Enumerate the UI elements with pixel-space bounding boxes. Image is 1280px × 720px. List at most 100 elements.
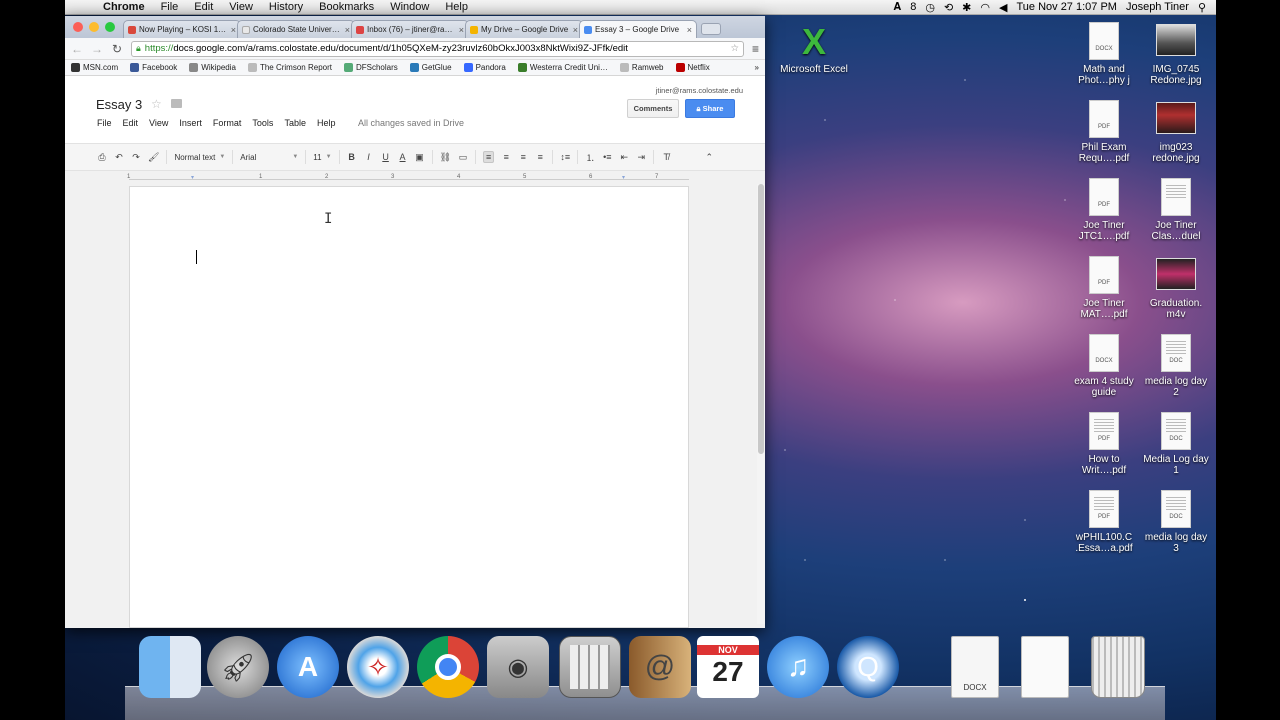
adobe-icon[interactable]: 𝐀 [894,1,902,14]
blank-document-icon[interactable] [1021,636,1069,698]
launchpad-icon[interactable]: 🚀︎ [207,636,269,698]
desktop-icon-file[interactable]: Joe Tiner Clas…duel [1141,178,1211,242]
tab-kosi[interactable]: Now Playing – KOSI 10… × [123,20,241,38]
tab-essay-3[interactable]: Essay 3 – Google Drive × [579,20,697,38]
close-tab-icon[interactable]: × [459,25,464,35]
reload-icon[interactable]: ↻ [111,42,123,56]
menu-file[interactable]: File [153,1,187,13]
desktop-icon-file[interactable]: PDF Joe Tiner JTC1….pdf [1069,178,1139,242]
menu-edit[interactable]: Edit [186,1,221,13]
app-store-icon[interactable]: A [277,636,339,698]
bookmark-facebook[interactable]: Facebook [130,63,177,72]
finder-icon[interactable] [139,636,201,698]
user-name[interactable]: Joseph Tiner [1126,1,1189,13]
font-dropdown[interactable]: Arial ▼ [240,153,298,162]
desktop-icon-file[interactable]: Graduation. m4v [1141,256,1211,320]
menu-bookmarks[interactable]: Bookmarks [311,1,382,13]
bulleted-list-icon[interactable]: •≡ [602,152,612,162]
more-bookmarks-icon[interactable]: » [755,63,759,72]
trash-icon[interactable] [1091,636,1145,698]
docs-menu-table[interactable]: Table [284,118,306,128]
calendar-icon[interactable]: NOV 27 [697,636,759,698]
desktop-icon-file[interactable]: DOC Media Log day 1 [1141,412,1211,476]
close-tab-icon[interactable]: × [345,25,350,35]
menu-app-name[interactable]: Chrome [95,1,153,13]
facetime-icon[interactable]: ◉ [487,636,549,698]
tab-csu[interactable]: Colorado State Universi… × [237,20,355,38]
back-arrow-icon[interactable]: ← [71,42,83,56]
comments-button[interactable]: Comments [627,99,679,118]
align-left-icon[interactable]: ≡ [483,151,495,163]
italic-icon[interactable]: I [364,152,374,162]
desktop-icon-file[interactable]: PDF wPHIL100.C .Essa…a.pdf [1069,490,1139,554]
collapse-icon[interactable]: ⌃ [704,152,714,163]
text-color-icon[interactable]: A [398,152,408,162]
desktop-icon-excel[interactable]: X Microsoft Excel [779,22,849,76]
bookmark-dfscholars[interactable]: DFScholars [343,63,398,72]
docs-menu-file[interactable]: File [97,118,112,128]
print-icon[interactable]: ⎙ [97,152,107,163]
bookmark-msn[interactable]: MSN.com [71,63,118,72]
minimize-window-icon[interactable] [89,22,99,32]
highlight-color-icon[interactable]: ▣ [415,152,425,163]
link-icon[interactable]: ⛓ [440,152,451,163]
desktop-icon-file[interactable]: img023 redone.jpg [1141,100,1211,164]
docs-menu-edit[interactable]: Edit [123,118,139,128]
forward-arrow-icon[interactable]: → [91,42,103,56]
desktop-icon-file[interactable]: DOC media log day 2 [1141,334,1211,398]
bookmark-pandora[interactable]: Pandora [463,63,506,72]
bookmark-netflix[interactable]: Netflix [675,63,710,72]
scrollbar-thumb[interactable] [758,184,764,454]
clear-formatting-icon[interactable]: T̸ [661,152,671,162]
increase-indent-icon[interactable]: ⇥ [636,152,646,163]
zoom-window-icon[interactable] [105,22,115,32]
safari-icon[interactable]: ✧ [347,636,409,698]
new-tab-button[interactable] [701,23,721,35]
spotlight-icon[interactable]: ⚲ [1198,1,1206,14]
numbered-list-icon[interactable]: ⒈ [585,151,595,164]
docs-menu-view[interactable]: View [149,118,168,128]
close-window-icon[interactable] [73,22,83,32]
desktop-icon-file[interactable]: DOC media log day 3 [1141,490,1211,554]
justify-icon[interactable]: ≡ [535,152,545,162]
folder-icon[interactable] [171,99,182,108]
align-right-icon[interactable]: ≡ [518,152,528,162]
menu-window[interactable]: Window [382,1,437,13]
itunes-icon[interactable]: ♫ [767,636,829,698]
bookmark-getglue[interactable]: GetGlue [409,63,452,72]
menu-view[interactable]: View [221,1,261,13]
indent-marker-icon[interactable]: ▾ [191,174,194,181]
docs-menu-insert[interactable]: Insert [179,118,202,128]
bold-icon[interactable]: B [347,152,357,162]
docs-menu-help[interactable]: Help [317,118,336,128]
desktop-icon-file[interactable]: DOCX Math and Phot…phy j [1069,22,1139,86]
document-page[interactable]: I [129,186,689,628]
bookmark-westerra[interactable]: Westerra Credit Uni… [517,63,608,72]
paint-format-icon[interactable]: 🖌︎ [148,152,159,163]
align-center-icon[interactable]: ≡ [501,152,511,162]
font-size-dropdown[interactable]: 11 ▼ [313,153,331,162]
menu-help[interactable]: Help [437,1,476,13]
chrome-icon[interactable] [417,636,479,698]
right-indent-marker-icon[interactable]: ▾ [622,174,625,181]
wifi-icon[interactable]: ◠ [980,1,990,14]
tab-my-drive[interactable]: My Drive – Google Drive × [465,20,583,38]
docx-document-icon[interactable]: DOCX [951,636,999,698]
close-tab-icon[interactable]: × [687,25,692,35]
bluetooth-icon[interactable]: ✱ [962,1,971,14]
desktop-icon-file[interactable]: PDF Phil Exam Requ….pdf [1069,100,1139,164]
bookmark-star-icon[interactable]: ☆ [730,43,739,54]
docs-menu-tools[interactable]: Tools [252,118,273,128]
decrease-indent-icon[interactable]: ⇤ [619,152,629,163]
sync-icon[interactable]: ⟲ [944,1,953,14]
address-book-icon[interactable]: @ [629,636,691,698]
clock[interactable]: Tue Nov 27 1:07 PM [1016,1,1116,13]
quicktime-icon[interactable]: Q [837,636,899,698]
calculator-icon[interactable] [559,636,621,698]
redo-icon[interactable]: ↷ [131,152,141,163]
bookmark-ramweb[interactable]: Ramweb [619,63,664,72]
account-email[interactable]: jtiner@rams.colostate.edu [656,86,743,95]
star-icon[interactable]: ☆ [151,97,162,111]
undo-icon[interactable]: ↶ [114,152,124,163]
desktop-icon-file[interactable]: PDF How to Writ….pdf [1069,412,1139,476]
